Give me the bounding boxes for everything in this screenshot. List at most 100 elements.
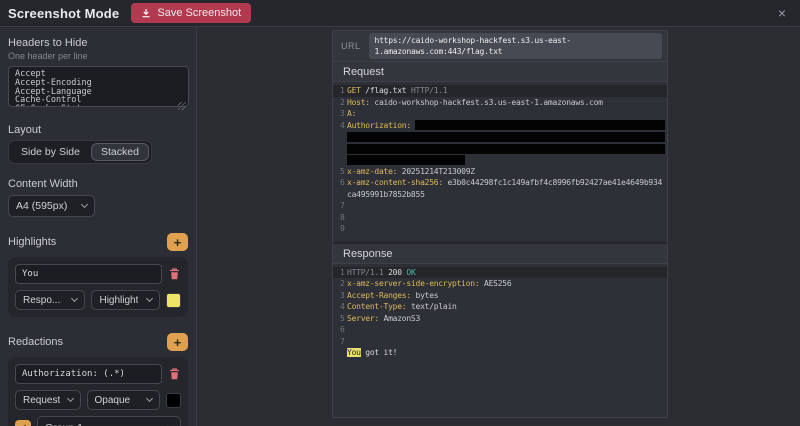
url-label: URL (341, 41, 361, 51)
code-token: Accept-Ranges: (347, 291, 411, 300)
screenshot-preview-area: URL https://caido-workshop-hackfest.s3.u… (197, 27, 800, 426)
headers-to-hide-textarea[interactable]: Accept Accept-Encoding Accept-Language C… (8, 66, 189, 107)
redactions-label: Redactions (8, 336, 63, 348)
line-content: x-amz-date: 20251214T213009Z (347, 166, 667, 178)
content-width-label: Content Width (8, 178, 188, 190)
line-number: 5 (333, 313, 346, 325)
redaction-style-value: Opaque (95, 395, 131, 406)
highlight-color-swatch[interactable] (166, 293, 181, 308)
code-token: 20251214T213009Z (397, 167, 475, 176)
code-line (333, 131, 667, 143)
code-line: 3A: (333, 108, 667, 120)
line-content (347, 131, 667, 142)
highlight-style-select[interactable]: Highlight (91, 290, 160, 310)
url-value: https://caido-workshop-hackfest.s3.us-ea… (369, 33, 662, 59)
save-screenshot-button[interactable]: Save Screenshot (131, 3, 251, 23)
redaction-color-swatch[interactable] (166, 393, 181, 408)
code-line: 3Accept-Ranges: bytes (333, 290, 667, 302)
code-line: 6 (333, 324, 667, 336)
line-content: Authorization: (347, 120, 667, 132)
line-content (347, 154, 667, 165)
screenshot-mode-app: Screenshot Mode Save Screenshot × Header… (0, 0, 800, 426)
code-token: x-amz-server-side-encryption: (347, 279, 479, 288)
redaction-scope-value: Request (23, 395, 60, 406)
group-select[interactable]: Group 1 (37, 416, 181, 426)
code-token: HTTP/1.1 (347, 268, 384, 277)
layout-option-side-by-side[interactable]: Side by Side (11, 143, 90, 161)
line-content: You got it! (347, 347, 667, 359)
code-token: caido-workshop-hackfest.s3.us-east-1.ama… (370, 98, 603, 107)
chevron-down-icon (146, 395, 153, 402)
add-highlight-button[interactable]: + (167, 233, 188, 251)
code-token: AES256 (479, 279, 511, 288)
chevron-down-icon (146, 295, 153, 302)
line-number: 2 (333, 97, 346, 109)
line-content: x-amz-content-sha256: e3b0c44298fc1c149a… (347, 177, 667, 200)
redactions-header: Redactions + (8, 333, 188, 351)
code-line: 9 (333, 223, 667, 235)
code-line: 5Server: AmazonS3 (333, 313, 667, 325)
redaction-pattern-input[interactable] (15, 364, 162, 384)
line-number: 3 (333, 290, 346, 302)
http-preview-panel: URL https://caido-workshop-hackfest.s3.u… (332, 30, 668, 418)
group-checkbox[interactable]: ✓ (15, 420, 31, 426)
add-redaction-button[interactable]: + (167, 333, 188, 351)
redaction-scope-select[interactable]: Request (15, 390, 81, 410)
trash-icon[interactable] (168, 267, 181, 281)
response-code-viewer[interactable]: 1HTTP/1.1 200 OK2x-amz-server-side-encry… (333, 264, 667, 418)
code-token: bytes (411, 291, 438, 300)
url-bar: URL https://caido-workshop-hackfest.s3.u… (333, 31, 667, 62)
code-line: 1HTTP/1.1 200 OK (333, 267, 667, 279)
redaction-rule-card: Request Opaque ✓ Group 1 (8, 357, 188, 426)
check-icon: ✓ (18, 422, 27, 426)
response-section-title: Response (333, 242, 667, 264)
chevron-down-icon (71, 295, 78, 302)
layout-option-stacked[interactable]: Stacked (91, 143, 149, 161)
group-value: Group 1 (45, 422, 83, 426)
highlight-pattern-input[interactable] (15, 264, 162, 284)
line-number: 7 (333, 336, 346, 348)
close-icon[interactable]: × (774, 4, 790, 22)
line-number: 6 (333, 177, 346, 189)
code-line: 2x-amz-server-side-encryption: AES256 (333, 278, 667, 290)
resize-handle[interactable] (178, 102, 186, 110)
line-number: 3 (333, 108, 346, 120)
code-line: 4Content-Type: text/plain (333, 301, 667, 313)
request-section-title: Request (333, 62, 667, 82)
download-icon (141, 8, 151, 18)
headers-to-hide-hint: One header per line (8, 51, 188, 61)
highlight-scope-select[interactable]: Respo... (15, 290, 85, 310)
layout-label: Layout (8, 124, 188, 136)
settings-sidebar: Headers to Hide One header per line Acce… (0, 27, 197, 426)
content-width-select[interactable]: A4 (595px) (8, 195, 95, 217)
line-content: HTTP/1.1 200 OK (347, 267, 667, 279)
line-number: 6 (333, 324, 346, 336)
line-number: 4 (333, 120, 346, 132)
code-line: 5x-amz-date: 20251214T213009Z (333, 166, 667, 178)
code-token: /flag.txt (361, 86, 411, 95)
code-token: text/plain (406, 302, 456, 311)
line-content (347, 143, 667, 154)
line-content: Accept-Ranges: bytes (347, 290, 667, 302)
code-line: 7 (333, 336, 667, 348)
code-token: You (347, 348, 361, 357)
code-token: Host: (347, 98, 370, 107)
content-width-value: A4 (595px) (16, 200, 67, 212)
redaction-style-select[interactable]: Opaque (87, 390, 160, 410)
line-number: 1 (333, 267, 346, 279)
line-content: A: (347, 108, 667, 120)
trash-icon[interactable] (168, 367, 181, 381)
code-line: 1GET /flag.txt HTTP/1.1 (333, 85, 667, 97)
top-bar: Screenshot Mode Save Screenshot × (0, 0, 800, 27)
line-content: Server: AmazonS3 (347, 313, 667, 325)
highlight-style-value: Highlight (99, 295, 138, 306)
chevron-down-icon (66, 395, 73, 402)
line-number: 9 (333, 223, 346, 235)
save-screenshot-label: Save Screenshot (157, 7, 241, 19)
headers-to-hide-field: Accept Accept-Encoding Accept-Language C… (8, 66, 188, 112)
highlight-rule-card: Respo... Highlight (8, 257, 188, 317)
headers-to-hide-label: Headers to Hide (8, 37, 188, 49)
highlight-scope-value: Respo... (23, 295, 60, 306)
request-code-viewer[interactable]: 1GET /flag.txt HTTP/1.12Host: caido-work… (333, 82, 667, 242)
code-line: 6x-amz-content-sha256: e3b0c44298fc1c149… (333, 177, 667, 200)
